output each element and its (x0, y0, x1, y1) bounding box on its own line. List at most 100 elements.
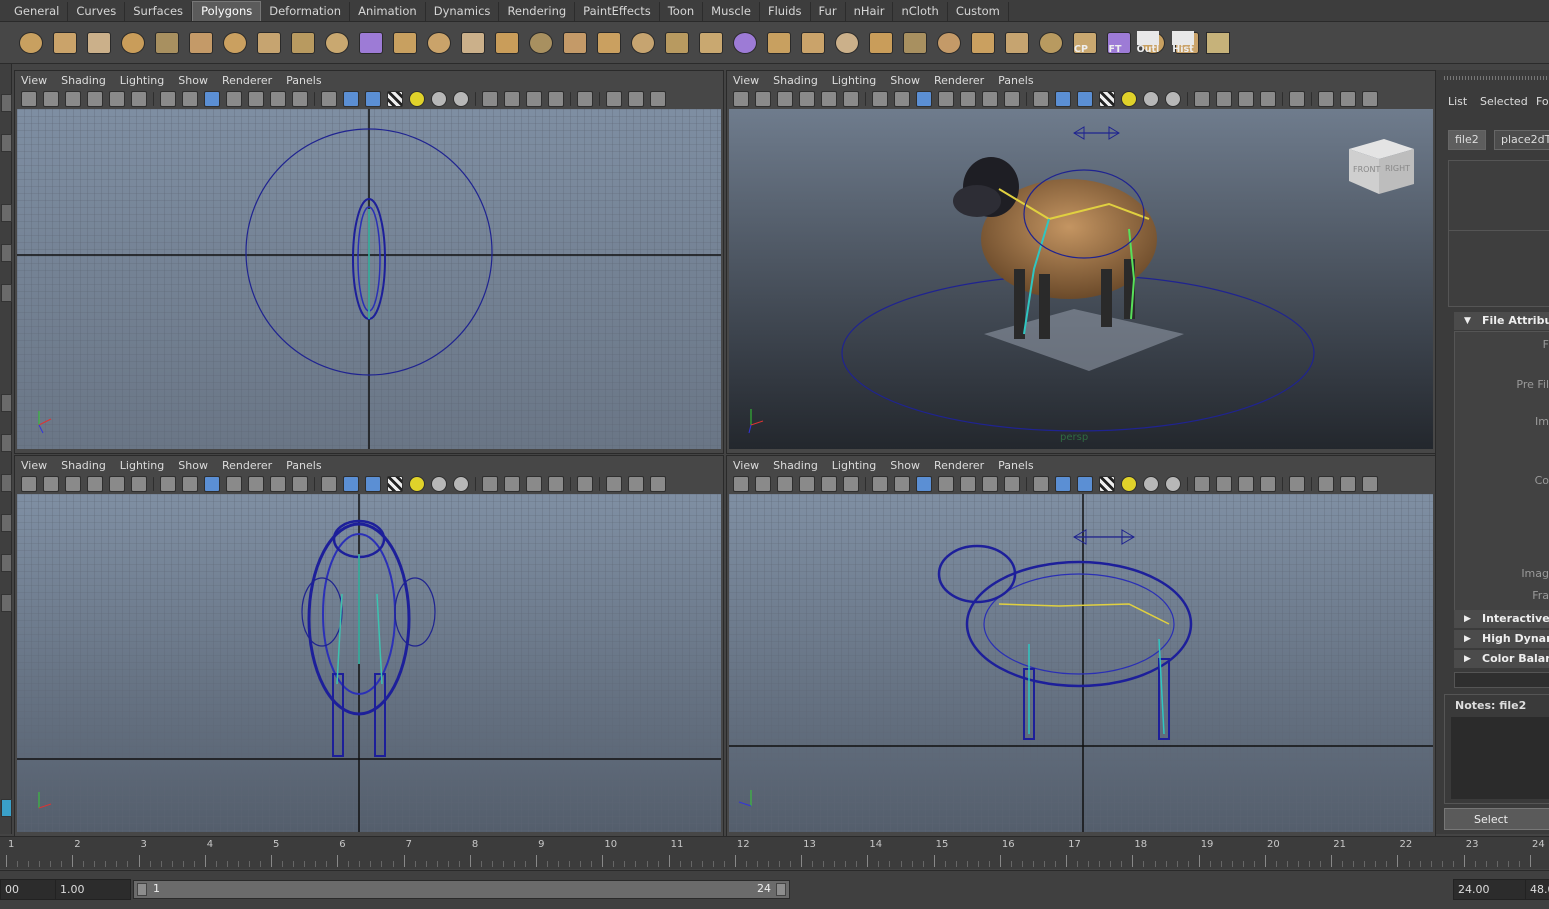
multi-cut-icon[interactable] (798, 26, 828, 60)
flat-light-icon[interactable] (1165, 91, 1181, 107)
viewport-menu-panels[interactable]: Panels (998, 459, 1033, 472)
section-file-attributes[interactable]: ▼File Attribut (1454, 312, 1549, 330)
ao-icon[interactable] (504, 91, 520, 107)
range-end-handle[interactable] (776, 883, 786, 896)
xray-icon[interactable] (248, 91, 264, 107)
shelf-tab-curves[interactable]: Curves (68, 2, 126, 21)
viewport-canvas[interactable] (729, 494, 1433, 834)
xray-icon[interactable] (248, 476, 264, 492)
default-light-icon[interactable] (1121, 91, 1137, 107)
camera-attr-icon[interactable] (755, 476, 771, 492)
image-plane-icon[interactable] (87, 91, 103, 107)
ao-icon[interactable] (504, 476, 520, 492)
bookmark-icon[interactable] (65, 476, 81, 492)
viewport-menu-lighting[interactable]: Lighting (832, 459, 876, 472)
section-high-dynamic[interactable]: ▶ High Dynan (1454, 630, 1549, 648)
all-lights-icon[interactable] (1143, 476, 1159, 492)
blue-box-icon[interactable] (1055, 476, 1071, 492)
ae-tab-place2d[interactable]: place2dTe (1494, 130, 1549, 150)
blue-box-icon[interactable] (343, 91, 359, 107)
xray-icon[interactable] (960, 476, 976, 492)
shadows-icon[interactable] (482, 91, 498, 107)
grid-icon[interactable] (109, 476, 125, 492)
target-weld-icon[interactable] (900, 26, 930, 60)
isolate-icon[interactable] (270, 91, 286, 107)
ae-list-menu[interactable]: List (1448, 95, 1467, 108)
shelf-tab-custom[interactable]: Custom (948, 2, 1009, 21)
pipe-icon[interactable] (254, 26, 284, 60)
uv-map-icon[interactable] (1002, 26, 1032, 60)
ao-icon[interactable] (1216, 91, 1232, 107)
smooth-icon[interactable] (492, 26, 522, 60)
viewport-menu-show[interactable]: Show (890, 74, 920, 87)
frame-icon[interactable] (1289, 476, 1305, 492)
all-lights-icon[interactable] (431, 91, 447, 107)
soccer-ball-icon[interactable] (322, 26, 352, 60)
torus-icon[interactable] (186, 26, 216, 60)
end-time-field[interactable]: 48.0 (1525, 879, 1549, 900)
merge-icon[interactable] (696, 26, 726, 60)
textured-icon[interactable] (938, 476, 954, 492)
playback-end-field[interactable]: 24.00 (1453, 879, 1527, 900)
section-interactive[interactable]: ▶ Interactive (1454, 610, 1549, 628)
shelf-tab-deformation[interactable]: Deformation (261, 2, 351, 21)
history-icon[interactable]: Hist (1168, 26, 1198, 60)
camera-select-icon[interactable] (733, 476, 749, 492)
bookmark-icon[interactable] (777, 91, 793, 107)
default-light-icon[interactable] (1121, 476, 1137, 492)
combine-icon[interactable] (424, 26, 454, 60)
textured-icon[interactable] (226, 91, 242, 107)
smooth-shade-icon[interactable] (204, 476, 220, 492)
cone-icon[interactable] (118, 26, 148, 60)
image-plane-icon[interactable] (799, 91, 815, 107)
bookmark-icon[interactable] (65, 91, 81, 107)
panel-1-icon[interactable] (606, 91, 622, 107)
hud-icon[interactable] (1004, 91, 1020, 107)
wireframe-icon[interactable] (872, 476, 888, 492)
shaded-icon[interactable] (894, 476, 910, 492)
panel-2-icon[interactable] (628, 91, 644, 107)
shaded-icon[interactable] (894, 91, 910, 107)
move-tool-icon[interactable] (1, 204, 12, 222)
link-icon[interactable] (650, 91, 666, 107)
checker-icon[interactable] (1099, 476, 1115, 492)
frame-icon[interactable] (577, 91, 593, 107)
viewport-menu-shading[interactable]: Shading (773, 459, 818, 472)
aa-icon[interactable] (548, 476, 564, 492)
textured-icon[interactable] (226, 476, 242, 492)
shaded-icon[interactable] (182, 91, 198, 107)
panel-2-icon[interactable] (1340, 91, 1356, 107)
range-slider[interactable]: 1 24 (133, 880, 790, 899)
viewport-side[interactable]: View Shading Lighting Show Renderer Panels (726, 455, 1436, 837)
smooth-shade-icon[interactable] (916, 91, 932, 107)
flat-light-icon[interactable] (453, 476, 469, 492)
viewport-menu-panels[interactable]: Panels (286, 74, 321, 87)
hud-icon[interactable] (1004, 476, 1020, 492)
viewport-canvas[interactable]: FRONT RIGHT persp (729, 109, 1433, 451)
playback-start-field[interactable]: 1.00 (55, 879, 131, 900)
plane-icon[interactable] (152, 26, 182, 60)
viewport-menu-view[interactable]: View (733, 74, 759, 87)
flat-light-icon[interactable] (1165, 476, 1181, 492)
notes-textarea[interactable] (1451, 717, 1549, 799)
hud-icon[interactable] (292, 476, 308, 492)
viewport-menu-show[interactable]: Show (178, 459, 208, 472)
viewport-menu-renderer[interactable]: Renderer (934, 74, 984, 87)
frame-icon[interactable] (1289, 91, 1305, 107)
camera-attr-icon[interactable] (43, 91, 59, 107)
blue-box-icon[interactable] (1055, 91, 1071, 107)
cube-icon[interactable] (50, 26, 80, 60)
motion-blur-icon[interactable] (526, 91, 542, 107)
panel-1-icon[interactable] (1318, 91, 1334, 107)
mirror-icon[interactable] (560, 26, 590, 60)
ft-icon[interactable]: FT (1100, 26, 1130, 60)
extrude-icon[interactable] (390, 26, 420, 60)
default-light-icon[interactable] (409, 476, 425, 492)
select-button[interactable]: Select (1444, 808, 1549, 830)
bridge-icon[interactable] (628, 26, 658, 60)
viewport-menu-view[interactable]: View (733, 459, 759, 472)
viewport-menu-shading[interactable]: Shading (773, 74, 818, 87)
camera-select-icon[interactable] (21, 476, 37, 492)
film-gate-icon[interactable] (131, 91, 147, 107)
aa-icon[interactable] (1260, 476, 1276, 492)
